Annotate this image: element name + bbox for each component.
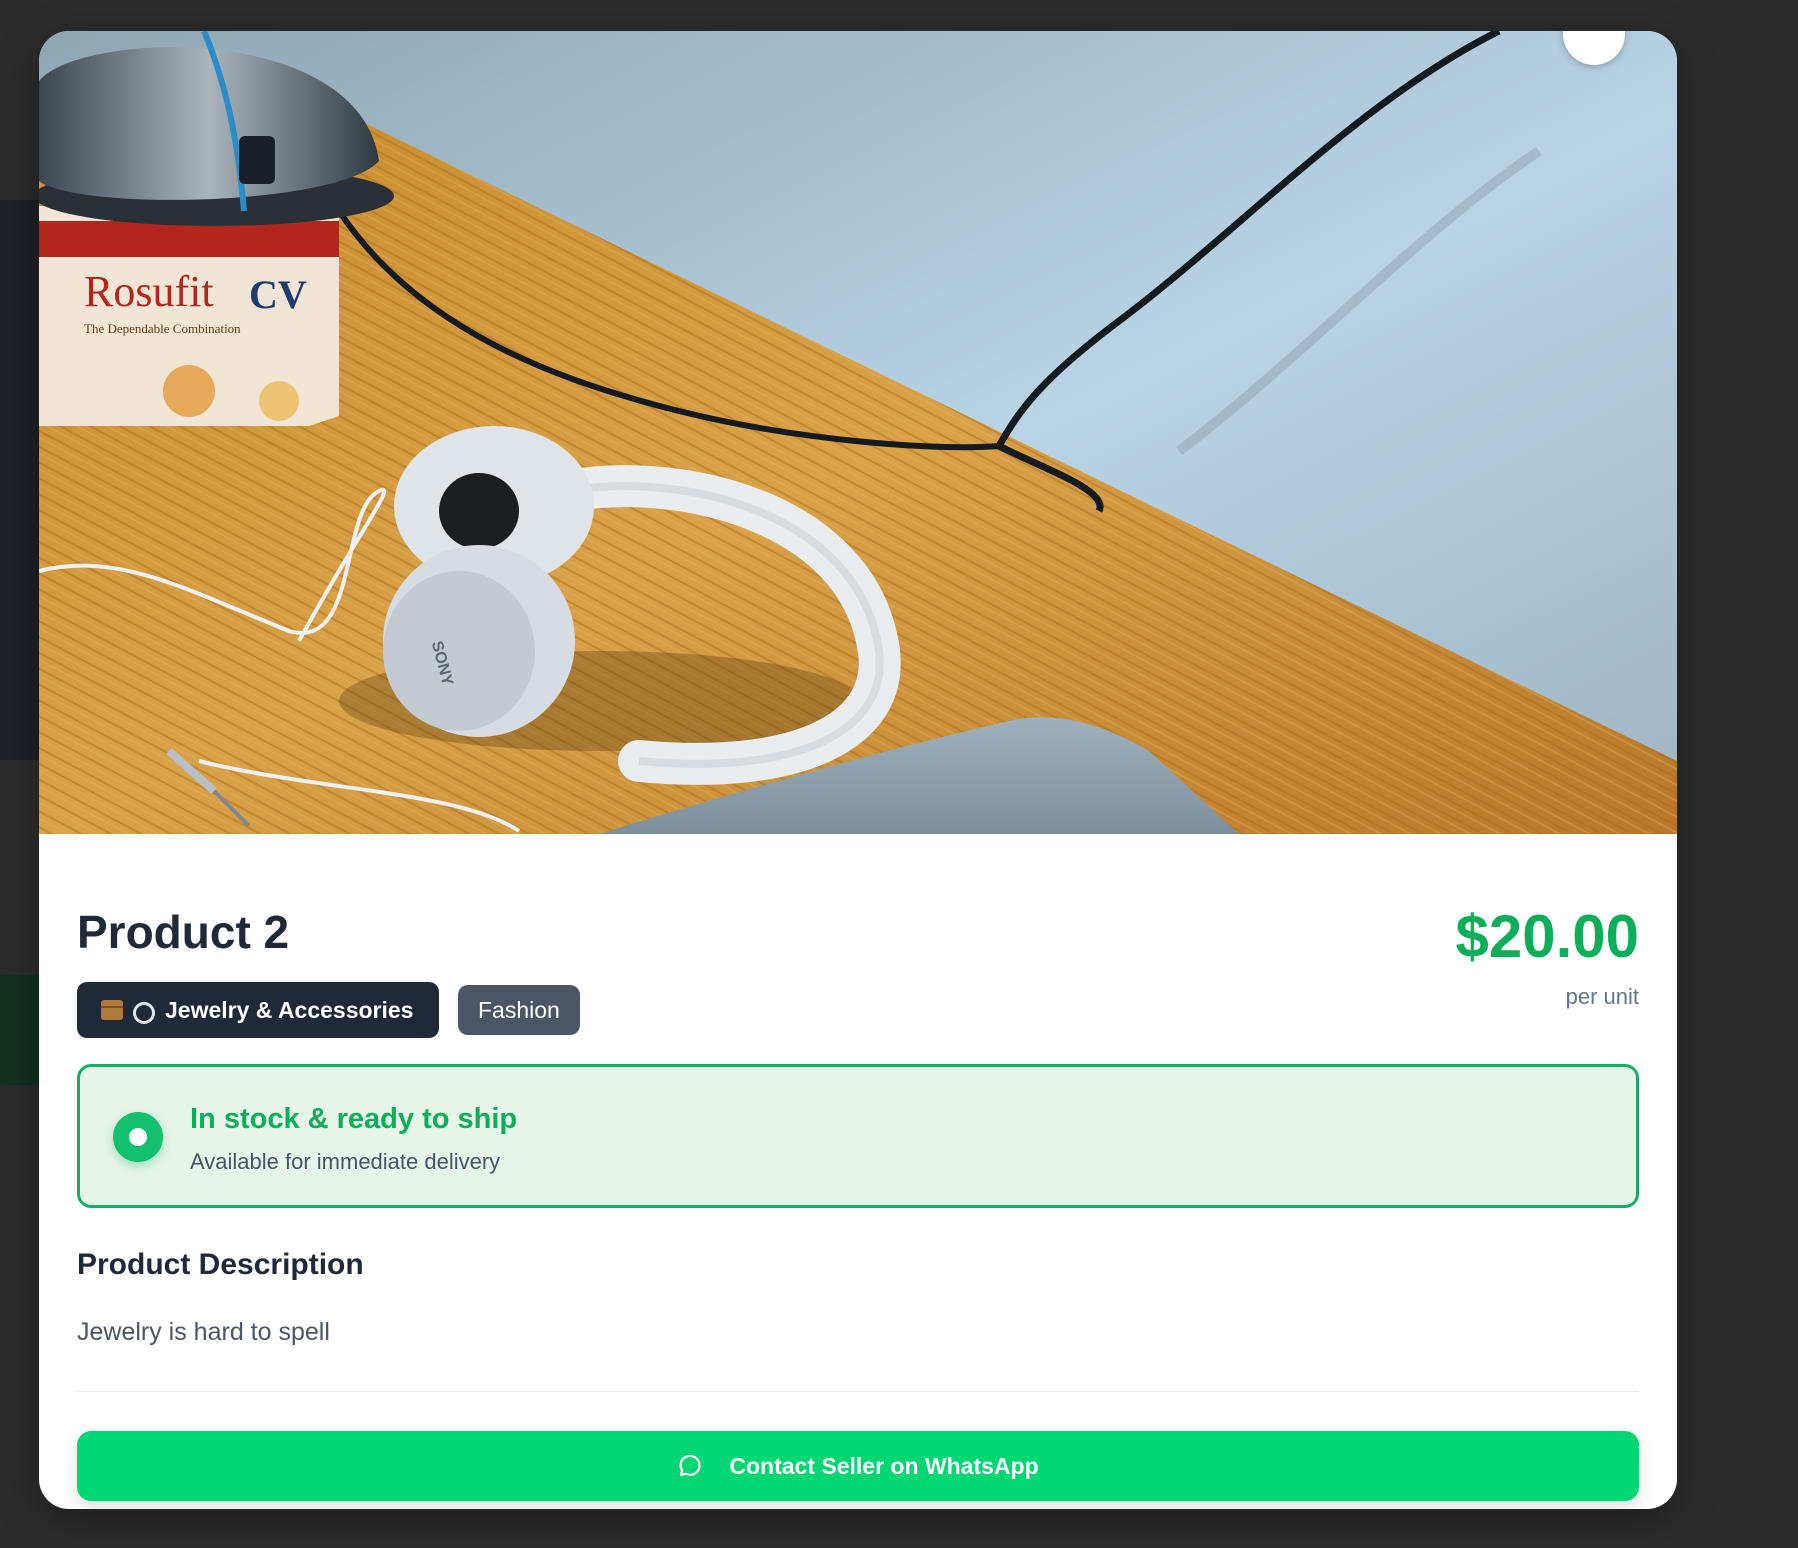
svg-text:The Dependable Combination: The Dependable Combination (84, 321, 241, 336)
subcategory-tag-label: Fashion (478, 996, 560, 1023)
product-photo: Rosufit CV The Dependable Combination SO… (39, 31, 1677, 834)
product-title: Product 2 (77, 906, 290, 958)
description-heading: Product Description (77, 1248, 364, 1281)
stock-status-box: In stock & ready to ship Available for i… (77, 1064, 1639, 1208)
product-price: $20.00 (1455, 903, 1639, 970)
divider (77, 1391, 1639, 1392)
price-unit: per unit (1565, 984, 1639, 1009)
background-panel (0, 200, 40, 760)
category-tag-label: Jewelry & Accessories (165, 996, 414, 1023)
description-text: Jewelry is hard to spell (77, 1318, 330, 1346)
stock-status-icon (113, 1112, 163, 1162)
package-icon (101, 1000, 123, 1020)
svg-text:CV: CV (249, 272, 307, 317)
stock-status-title: In stock & ready to ship (190, 1103, 518, 1135)
chat-bubble-icon (679, 1454, 701, 1477)
stock-status-subtitle: Available for immediate delivery (190, 1149, 501, 1174)
category-tag[interactable]: Jewelry & Accessories (77, 982, 440, 1038)
svg-text:Rosufit: Rosufit (84, 267, 214, 316)
background-panel-accent (0, 975, 40, 1085)
product-image: Rosufit CV The Dependable Combination SO… (39, 31, 1677, 834)
product-modal: Rosufit CV The Dependable Combination SO… (39, 31, 1677, 1509)
contact-seller-whatsapp-button[interactable]: Contact Seller on WhatsApp (77, 1431, 1639, 1501)
contact-seller-label: Contact Seller on WhatsApp (729, 1452, 1039, 1479)
ring-icon (133, 1002, 155, 1024)
subcategory-tag[interactable]: Fashion (458, 985, 580, 1035)
